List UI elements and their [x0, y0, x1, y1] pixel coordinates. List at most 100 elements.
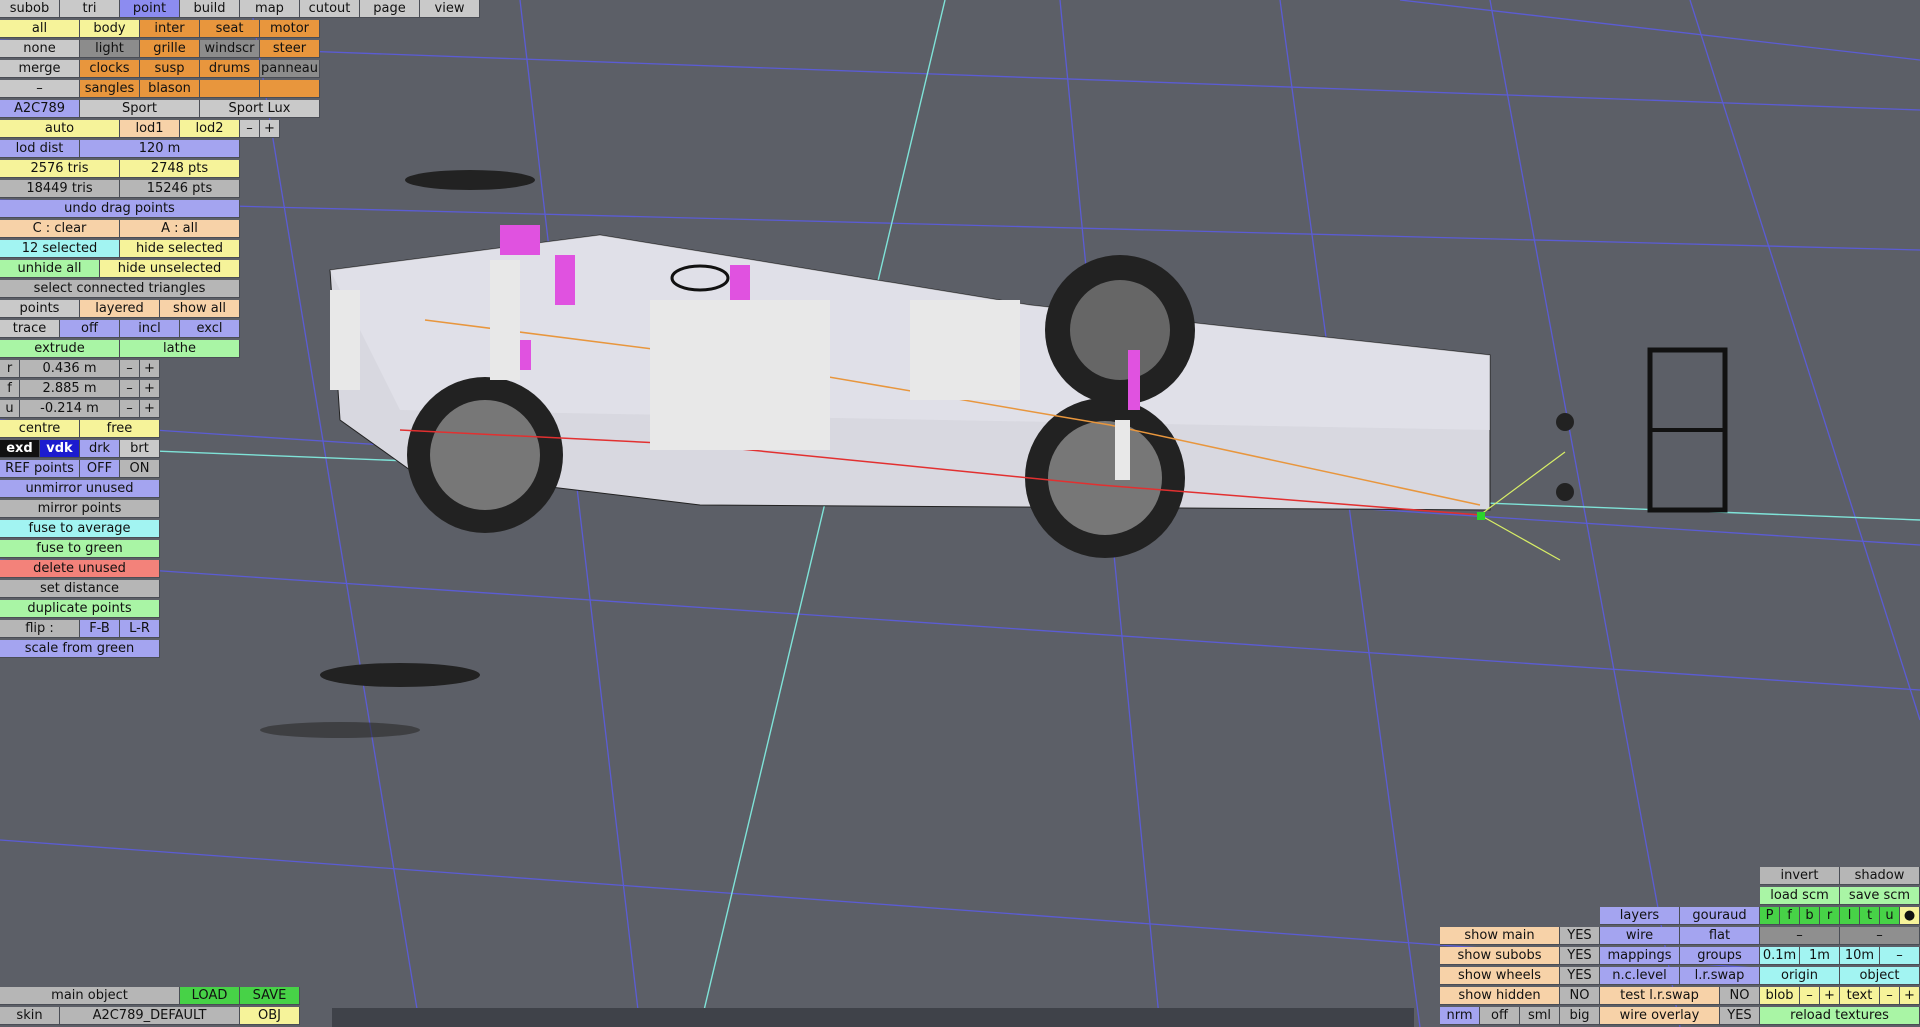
view-exd-button[interactable]: exd [0, 440, 40, 458]
obj-button[interactable]: OBJ [240, 1007, 300, 1025]
part-motor[interactable]: motor [260, 20, 320, 38]
clear-selection-button[interactable]: C : clear [0, 220, 120, 238]
extrude-button[interactable]: extrude [0, 340, 120, 358]
variant-sport-lux[interactable]: Sport Lux [200, 100, 320, 118]
lod2-button[interactable]: lod2 [180, 120, 240, 138]
text-plus-button[interactable]: + [1900, 987, 1920, 1005]
hide-unselected-button[interactable]: hide unselected [100, 260, 240, 278]
part-inter[interactable]: inter [140, 20, 200, 38]
part-empty-2[interactable] [260, 80, 320, 98]
fuse-to-average-button[interactable]: fuse to average [0, 520, 160, 538]
lod-minus-button[interactable]: – [240, 120, 260, 138]
undo-drag-points-button[interactable]: undo drag points [0, 200, 240, 218]
layers-button[interactable]: layers [1600, 907, 1680, 925]
unmirror-unused-button[interactable]: unmirror unused [0, 480, 160, 498]
select-all-button[interactable]: all [0, 20, 80, 38]
set-distance-button[interactable]: set distance [0, 580, 160, 598]
load-button[interactable]: LOAD [180, 987, 240, 1005]
select-connected-triangles-button[interactable]: select connected triangles [0, 280, 240, 298]
part-drums[interactable]: drums [200, 60, 260, 78]
gouraud-button[interactable]: gouraud [1680, 907, 1760, 925]
part-panneau[interactable]: panneau [260, 60, 320, 78]
grid-10m-button[interactable]: 10m [1840, 947, 1880, 965]
mirror-points-button[interactable]: mirror points [0, 500, 160, 518]
select-none-button[interactable]: none [0, 40, 80, 58]
3d-viewport[interactable] [0, 0, 1920, 1027]
sml-button[interactable]: sml [1520, 1007, 1560, 1025]
tab-page[interactable]: page [360, 0, 420, 18]
view-u-button[interactable]: u [1880, 907, 1900, 925]
tab-view[interactable]: view [420, 0, 480, 18]
text-button[interactable]: text [1840, 987, 1880, 1005]
view-t-button[interactable]: t [1860, 907, 1880, 925]
fuse-to-green-button[interactable]: fuse to green [0, 540, 160, 558]
coord-f-plus[interactable]: + [140, 380, 160, 398]
flip-lr-button[interactable]: L-R [120, 620, 160, 638]
coord-f-minus[interactable]: – [120, 380, 140, 398]
layered-button[interactable]: layered [80, 300, 160, 318]
trace-incl-button[interactable]: incl [120, 320, 180, 338]
off-button[interactable]: off [1480, 1007, 1520, 1025]
part-blason[interactable]: blason [140, 80, 200, 98]
reload-textures-button[interactable]: reload textures [1760, 1007, 1920, 1025]
trace-off-button[interactable]: off [60, 320, 120, 338]
grid-minus-button[interactable]: – [1880, 947, 1920, 965]
tab-tri[interactable]: tri [60, 0, 120, 18]
view-brt-button[interactable]: brt [120, 440, 160, 458]
object-button[interactable]: object [1840, 967, 1920, 985]
part-seat[interactable]: seat [200, 20, 260, 38]
select-all-points-button[interactable]: A : all [120, 220, 240, 238]
coord-u-value[interactable]: -0.214 m [20, 400, 120, 418]
model-code[interactable]: A2C789 [0, 100, 80, 118]
view-b-button[interactable]: b [1800, 907, 1820, 925]
dash-button[interactable]: – [0, 80, 80, 98]
groups-button[interactable]: groups [1680, 947, 1760, 965]
part-clocks[interactable]: clocks [80, 60, 140, 78]
view-f-button[interactable]: f [1780, 907, 1800, 925]
text-minus-button[interactable]: – [1880, 987, 1900, 1005]
view-dot-button[interactable]: ● [1900, 907, 1920, 925]
coord-f-value[interactable]: 2.885 m [20, 380, 120, 398]
mappings-button[interactable]: mappings [1600, 947, 1680, 965]
nc-level-button[interactable]: n.c.level [1600, 967, 1680, 985]
coord-u-plus[interactable]: + [140, 400, 160, 418]
show-subobs-toggle[interactable]: YES [1560, 947, 1600, 965]
shadow-button[interactable]: shadow [1840, 867, 1920, 885]
grid-0-1m-button[interactable]: 0.1m [1760, 947, 1800, 965]
invert-button[interactable]: invert [1760, 867, 1840, 885]
view-r-button[interactable]: r [1820, 907, 1840, 925]
lod-plus-button[interactable]: + [260, 120, 280, 138]
lr-swap-button[interactable]: l.r.swap [1680, 967, 1760, 985]
coord-u-minus[interactable]: – [120, 400, 140, 418]
show-hidden-toggle[interactable]: NO [1560, 987, 1600, 1005]
part-steer[interactable]: steer [260, 40, 320, 58]
tab-subob[interactable]: subob [0, 0, 60, 18]
duplicate-points-button[interactable]: duplicate points [0, 600, 160, 618]
grid-1m-button[interactable]: 1m [1800, 947, 1840, 965]
ref-points-off[interactable]: OFF [80, 460, 120, 478]
part-sangles[interactable]: sangles [80, 80, 140, 98]
flat-button[interactable]: flat [1680, 927, 1760, 945]
lathe-button[interactable]: lathe [120, 340, 240, 358]
unhide-all-button[interactable]: unhide all [0, 260, 100, 278]
big-button[interactable]: big [1560, 1007, 1600, 1025]
tab-cutout[interactable]: cutout [300, 0, 360, 18]
wire-button[interactable]: wire [1600, 927, 1680, 945]
free-button[interactable]: free [80, 420, 160, 438]
lod-dist-value[interactable]: 120 m [80, 140, 240, 158]
part-grille[interactable]: grille [140, 40, 200, 58]
dash-button-1[interactable]: – [1760, 927, 1840, 945]
wire-overlay-toggle[interactable]: YES [1720, 1007, 1760, 1025]
part-windscr[interactable]: windscr [200, 40, 260, 58]
part-light[interactable]: light [80, 40, 140, 58]
load-scm-button[interactable]: load scm [1760, 887, 1840, 905]
coord-r-minus[interactable]: – [120, 360, 140, 378]
blob-button[interactable]: blob [1760, 987, 1800, 1005]
blob-minus-button[interactable]: – [1800, 987, 1820, 1005]
show-main-toggle[interactable]: YES [1560, 927, 1600, 945]
part-empty-1[interactable] [200, 80, 260, 98]
merge-button[interactable]: merge [0, 60, 80, 78]
centre-button[interactable]: centre [0, 420, 80, 438]
ref-points-on[interactable]: ON [120, 460, 160, 478]
origin-button[interactable]: origin [1760, 967, 1840, 985]
